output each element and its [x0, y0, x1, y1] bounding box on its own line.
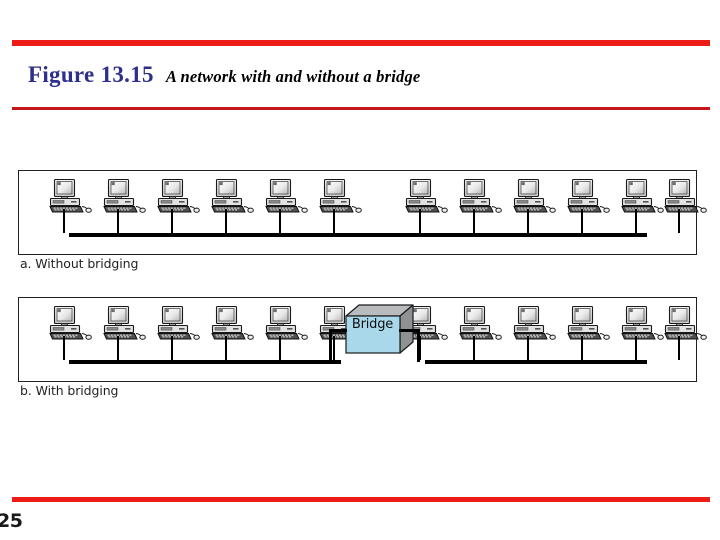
drop-line: [279, 209, 281, 233]
computer-icon: [265, 179, 311, 233]
drop-line: [171, 209, 173, 233]
bus-line-a: [69, 233, 647, 237]
computer-icon: [513, 306, 559, 360]
drop-line: [473, 336, 475, 360]
drop-line: [63, 336, 65, 360]
computer-icon: [103, 306, 149, 360]
computer-icon: [459, 306, 505, 360]
computer-icon: [49, 179, 95, 233]
computer-icon: [211, 306, 257, 360]
drop-line: [333, 336, 335, 360]
bridge-link-right-horizontal: [399, 329, 419, 332]
computer-icon: [513, 179, 559, 233]
computer-icon: [405, 179, 451, 233]
drop-line: [473, 209, 475, 233]
computer-icon: [459, 179, 505, 233]
drop-line: [527, 209, 529, 233]
drop-line: [225, 336, 227, 360]
drop-line: [678, 336, 680, 360]
drop-line: [171, 336, 173, 360]
drop-line: [225, 209, 227, 233]
computer-icon: [664, 179, 710, 233]
drop-line: [117, 336, 119, 360]
computer-icon: [49, 306, 95, 360]
drop-line: [581, 209, 583, 233]
computer-icon: [621, 179, 667, 233]
figure-caption: A network with and without a bridge: [165, 67, 421, 86]
diagram-panel-with-bridging: Bridge: [18, 297, 707, 382]
drop-line: [678, 209, 680, 233]
page-title: Figure 13.15 A network with and without a…: [28, 62, 420, 88]
computer-icon: [157, 179, 203, 233]
bridge-link-left-vertical: [329, 329, 332, 362]
drop-line: [63, 209, 65, 233]
bus-line-b-right: [425, 360, 647, 364]
bridge-link-left-horizontal: [329, 329, 347, 332]
bus-line-b-left: [69, 360, 341, 364]
drop-line: [117, 209, 119, 233]
top-accent-rule: [12, 40, 710, 46]
computer-icon: [211, 179, 257, 233]
computer-icon: [319, 179, 365, 233]
drop-line: [333, 209, 335, 233]
computer-icon: [157, 306, 203, 360]
diagram-panel-without-bridging: [18, 170, 707, 255]
drop-line: [581, 336, 583, 360]
bridge-link-right-vertical: [417, 329, 420, 362]
computer-icon: [567, 179, 613, 233]
drop-line: [279, 336, 281, 360]
panel-caption-b: b. With bridging: [20, 383, 119, 398]
drop-line: [635, 336, 637, 360]
computer-icon: [265, 306, 311, 360]
bottom-accent-rule: [12, 497, 710, 502]
drop-line: [419, 209, 421, 233]
drop-line: [527, 336, 529, 360]
page-number: 25: [0, 510, 23, 532]
computer-icon: [103, 179, 149, 233]
computer-icon: [621, 306, 667, 360]
figure-number: Figure 13.15: [28, 62, 154, 87]
panel-caption-a: a. Without bridging: [20, 256, 139, 271]
computer-icon: [567, 306, 613, 360]
computer-icon: [664, 306, 710, 360]
title-divider-rule: [12, 107, 710, 110]
drop-line: [635, 209, 637, 233]
